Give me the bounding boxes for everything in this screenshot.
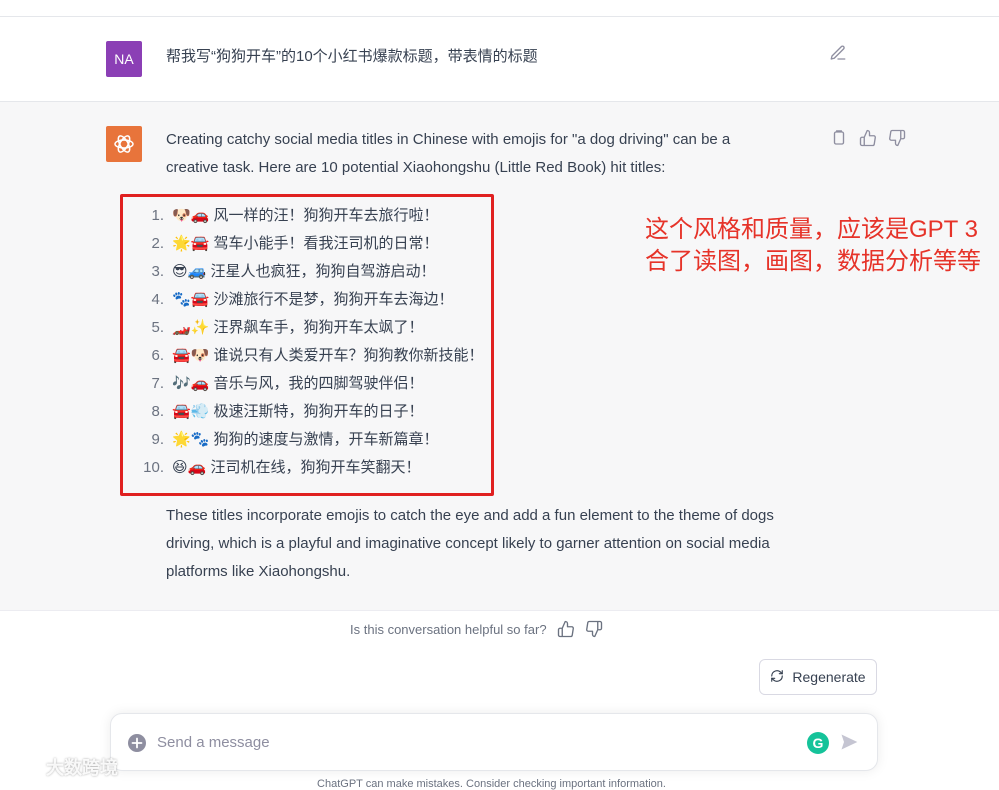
title-list-item: 6. 🚘🐶 谁说只有人类爱开车？狗狗教你新技能！ bbox=[134, 342, 484, 370]
title-list-item: 4. 🐾🚘 沙滩旅行不是梦，狗狗开车去海边！ bbox=[134, 286, 484, 314]
title-list-item: 3. 😎🚙 汪星人也疯狂，狗狗自驾游启动！ bbox=[134, 258, 484, 286]
title-text: 😆🚗 汪司机在线，狗狗开车笑翻天！ bbox=[172, 459, 421, 476]
assistant-outro-text: These titles incorporate emojis to catch… bbox=[166, 507, 774, 580]
title-list-item: 7. 🎶🚗 音乐与风，我的四脚驾驶伴侣！ bbox=[134, 370, 484, 398]
edit-icon[interactable] bbox=[829, 44, 847, 62]
title-list-item: 9. 🌟🐾 狗狗的速度与激情，开车新篇章！ bbox=[134, 426, 484, 454]
user-message-row: NA 帮我写“狗狗开车”的10个小红书爆款标题，带表情的标题 bbox=[0, 17, 999, 102]
annotation-line-1: 这个风格和质量，应该是GPT 3 bbox=[645, 216, 978, 243]
title-text: 🏎️✨ 汪界飙车手，狗狗开车太飒了！ bbox=[172, 319, 424, 336]
title-number: 5. bbox=[151, 319, 164, 336]
feedback-thumbs-down-icon[interactable] bbox=[585, 620, 603, 638]
feedback-thumbs-up-icon[interactable] bbox=[557, 620, 575, 638]
message-actions bbox=[830, 129, 908, 149]
title-list-item: 8. 🚘💨 极速汪斯特，狗狗开车的日子！ bbox=[134, 398, 484, 426]
chatgpt-logo-icon bbox=[106, 126, 142, 162]
regenerate-label: Regenerate bbox=[792, 669, 866, 685]
conversation-feedback: Is this conversation helpful so far? bbox=[350, 620, 603, 638]
top-bar bbox=[0, 0, 999, 17]
user-avatar: NA bbox=[106, 41, 142, 77]
title-text: 🌟🐾 狗狗的速度与激情，开车新篇章！ bbox=[172, 431, 439, 448]
user-message-text: 帮我写“狗狗开车”的10个小红书爆款标题，带表情的标题 bbox=[166, 48, 538, 65]
title-text: 😎🚙 汪星人也疯狂，狗狗自驾游启动！ bbox=[172, 263, 436, 280]
annotation-line-2: 合了读图，画图，数据分析等等 bbox=[645, 248, 981, 275]
message-composer[interactable]: Send a message G bbox=[110, 713, 878, 771]
title-number: 6. bbox=[151, 347, 164, 364]
title-number: 4. bbox=[151, 291, 164, 308]
title-text: 🐶🚗 风一样的汪！狗狗开车去旅行啦！ bbox=[172, 207, 439, 224]
title-number: 7. bbox=[151, 375, 164, 392]
title-text: 🐾🚘 沙滩旅行不是梦，狗狗开车去海边！ bbox=[172, 291, 454, 308]
title-number: 10. bbox=[143, 459, 164, 476]
title-text: 🚘🐶 谁说只有人类爱开车？狗狗教你新技能！ bbox=[172, 347, 484, 364]
assistant-message-row: Creating catchy social media titles in C… bbox=[0, 102, 999, 611]
title-text: 🎶🚗 音乐与风，我的四脚驾驶伴侣！ bbox=[172, 375, 424, 392]
message-input-placeholder[interactable]: Send a message bbox=[157, 734, 270, 751]
title-number: 9. bbox=[151, 431, 164, 448]
refresh-icon bbox=[770, 669, 784, 686]
disclaimer-text: ChatGPT can make mistakes. Consider chec… bbox=[317, 778, 666, 790]
send-icon[interactable] bbox=[839, 732, 861, 754]
titles-list: 1. 🐶🚗 风一样的汪！狗狗开车去旅行啦！ 2. 🌟🚘 驾车小能手！看我汪司机的日常！… bbox=[134, 202, 484, 482]
title-number: 8. bbox=[151, 403, 164, 420]
title-list-item: 1. 🐶🚗 风一样的汪！狗狗开车去旅行啦！ bbox=[134, 202, 484, 230]
watermark-logo: 大数跨境 bbox=[8, 754, 118, 780]
title-text: 🌟🚘 驾车小能手！看我汪司机的日常！ bbox=[172, 235, 439, 252]
title-list-item: 5. 🏎️✨ 汪界飙车手，狗狗开车太飒了！ bbox=[134, 314, 484, 342]
regenerate-button[interactable]: Regenerate bbox=[759, 659, 877, 695]
title-list-item: 2. 🌟🚘 驾车小能手！看我汪司机的日常！ bbox=[134, 230, 484, 258]
annotation-text: 这个风格和质量，应该是GPT 3 合了读图，画图，数据分析等等 bbox=[645, 214, 999, 278]
feedback-question: Is this conversation helpful so far? bbox=[350, 621, 547, 637]
title-number: 2. bbox=[151, 235, 164, 252]
title-number: 1. bbox=[151, 207, 164, 224]
title-list-item: 10. 😆🚗 汪司机在线，狗狗开车笑翻天！ bbox=[134, 454, 484, 482]
assistant-intro-text: Creating catchy social media titles in C… bbox=[166, 131, 731, 176]
user-avatar-initials: NA bbox=[114, 51, 134, 67]
thumbs-down-icon[interactable] bbox=[888, 129, 908, 149]
grammarly-icon[interactable]: G bbox=[807, 732, 829, 754]
title-number: 3. bbox=[151, 263, 164, 280]
attach-plus-icon[interactable] bbox=[127, 733, 147, 753]
title-text: 🚘💨 极速汪斯特，狗狗开车的日子！ bbox=[172, 403, 424, 420]
copy-icon[interactable] bbox=[830, 129, 850, 149]
thumbs-up-icon[interactable] bbox=[859, 129, 879, 149]
watermark-text: 大数跨境 bbox=[46, 758, 118, 778]
